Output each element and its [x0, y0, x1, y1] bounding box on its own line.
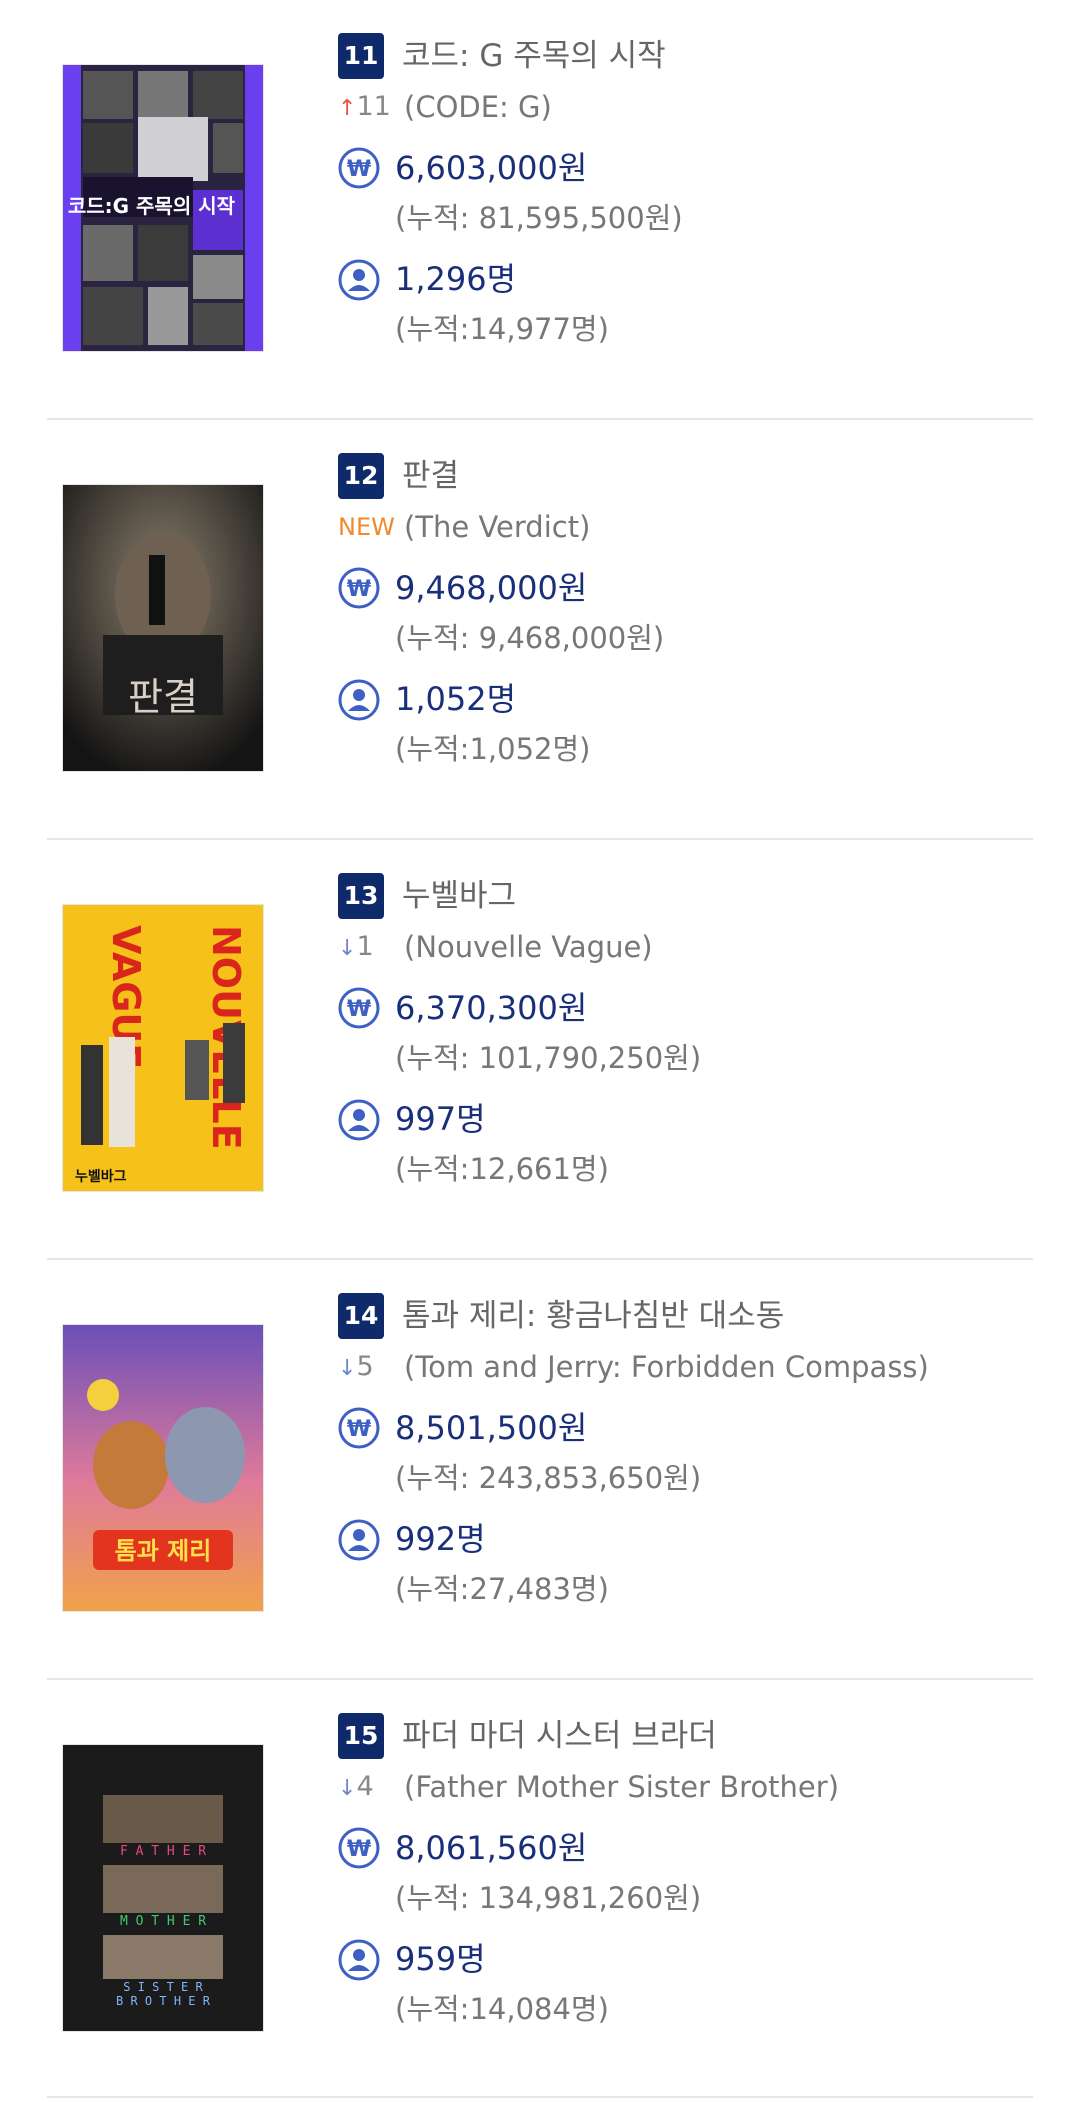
daily-revenue: 9,468,000원: [395, 569, 588, 607]
movie-poster[interactable]: 톰과 제리: [62, 1324, 264, 1612]
original-title: (CODE: G): [404, 90, 552, 124]
rank-change-value: 5: [356, 1351, 374, 1382]
won-icon: ₩: [338, 567, 380, 609]
person-icon: [338, 1939, 380, 1981]
movie-poster[interactable]: F A T H E R M O T H E R S I S T E R B R …: [62, 1744, 264, 2032]
won-icon: ₩: [338, 987, 380, 1029]
rank-badge: 11: [338, 33, 384, 79]
movie-item[interactable]: F A T H E R M O T H E R S I S T E R B R …: [0, 1680, 1080, 2100]
person-icon: [338, 679, 380, 721]
movie-title[interactable]: 판결: [402, 453, 459, 499]
daily-audience: 997명: [395, 1100, 486, 1138]
rank-change: ↓4: [338, 1767, 374, 1809]
row-divider: [47, 2096, 1033, 2098]
rank-badge: 12: [338, 453, 384, 499]
movie-poster[interactable]: 코드:G 주목의 시작: [62, 64, 264, 352]
daily-audience: 959명: [395, 1940, 486, 1978]
person-icon: [338, 1099, 380, 1141]
cumulative-audience: (누적:27,483명): [395, 1572, 609, 1606]
svg-text:누벨바그: 누벨바그: [75, 1169, 127, 1185]
rank-change: NEW: [338, 507, 395, 547]
verdict-poster-image: 판결: [63, 485, 263, 771]
svg-text:F A T H E R: F A T H E R: [120, 1844, 206, 1859]
svg-text:S I S T E R: S I S T E R: [123, 1980, 203, 1994]
code-g-poster-image: 코드:G 주목의 시작: [63, 65, 263, 351]
new-badge: NEW: [338, 513, 395, 541]
svg-text:₩: ₩: [347, 997, 371, 1022]
svg-text:B R O T H E R: B R O T H E R: [116, 1994, 211, 2008]
person-icon: [338, 259, 380, 301]
movie-item[interactable]: 코드:G 주목의 시작 11 코드: G 주목의 시작 ↑11 (CODE: G…: [0, 0, 1080, 420]
nouvelle-vague-poster-image: NOUVELLE VAGUE 누벨바그: [63, 905, 263, 1191]
svg-text:₩: ₩: [347, 1837, 371, 1862]
daily-audience: 992명: [395, 1520, 486, 1558]
cumulative-audience: (누적:12,661명): [395, 1152, 609, 1186]
daily-revenue: 6,603,000원: [395, 149, 588, 187]
svg-text:톰과 제리: 톰과 제리: [115, 1537, 212, 1565]
arrow-down-icon: ↓: [338, 1356, 357, 1381]
arrow-down-icon: ↓: [338, 936, 357, 961]
cumulative-revenue: (누적: 101,790,250원): [395, 1041, 702, 1075]
cumulative-audience: (누적:14,977명): [395, 312, 609, 346]
won-icon: ₩: [338, 1827, 380, 1869]
cumulative-audience: (누적:1,052명): [395, 732, 591, 766]
arrow-down-icon: ↓: [338, 1776, 357, 1801]
movie-item[interactable]: 톰과 제리 14 톰과 제리: 황금나침반 대소동 ↓5 (Tom and Je…: [0, 1260, 1080, 1680]
movie-item[interactable]: NOUVELLE VAGUE 누벨바그 13 누벨바그 ↓1 (Nouvelle…: [0, 840, 1080, 1260]
rank-change-value: 4: [356, 1771, 374, 1802]
original-title: (Father Mother Sister Brother): [404, 1770, 840, 1804]
svg-text:판결: 판결: [128, 675, 198, 719]
cumulative-audience: (누적:14,084명): [395, 1992, 609, 2026]
svg-text:코드:G 주목의 시작: 코드:G 주목의 시작: [68, 194, 236, 218]
cumulative-revenue: (누적: 134,981,260원): [395, 1881, 702, 1915]
cumulative-revenue: (누적: 243,853,650원): [395, 1461, 702, 1495]
daily-audience: 1,296명: [395, 260, 517, 298]
movie-title[interactable]: 누벨바그: [402, 873, 516, 919]
movie-poster[interactable]: NOUVELLE VAGUE 누벨바그: [62, 904, 264, 1192]
daily-revenue: 8,501,500원: [395, 1409, 588, 1447]
rank-change-value: 1: [356, 931, 374, 962]
rank-change-value: 11: [356, 91, 391, 122]
daily-revenue: 6,370,300원: [395, 989, 588, 1027]
daily-audience: 1,052명: [395, 680, 517, 718]
daily-revenue: 8,061,560원: [395, 1829, 588, 1867]
svg-text:₩: ₩: [347, 157, 371, 182]
rank-badge: 13: [338, 873, 384, 919]
rank-badge: 15: [338, 1713, 384, 1759]
original-title: (The Verdict): [404, 510, 591, 544]
original-title: (Nouvelle Vague): [404, 930, 653, 964]
rank-change: ↓1: [338, 927, 374, 969]
won-icon: ₩: [338, 1407, 380, 1449]
movie-title[interactable]: 코드: G 주목의 시작: [402, 33, 666, 79]
movie-title[interactable]: 톰과 제리: 황금나침반 대소동: [402, 1293, 784, 1339]
rank-change: ↑11: [338, 87, 391, 129]
rank-badge: 14: [338, 1293, 384, 1339]
cumulative-revenue: (누적: 9,468,000원): [395, 621, 665, 655]
tom-and-jerry-poster-image: 톰과 제리: [63, 1325, 263, 1611]
movie-poster[interactable]: 판결: [62, 484, 264, 772]
svg-text:₩: ₩: [347, 1417, 371, 1442]
movie-item[interactable]: 판결 12 판결 NEW (The Verdict) ₩ 9,468,000원 …: [0, 420, 1080, 840]
rank-change: ↓5: [338, 1347, 374, 1389]
arrow-up-icon: ↑: [338, 96, 357, 121]
won-icon: ₩: [338, 147, 380, 189]
movie-title[interactable]: 파더 마더 시스터 브라더: [402, 1713, 717, 1759]
svg-text:₩: ₩: [347, 577, 371, 602]
original-title: (Tom and Jerry: Forbidden Compass): [404, 1350, 929, 1384]
svg-text:M O T H E R: M O T H E R: [120, 1914, 206, 1929]
person-icon: [338, 1519, 380, 1561]
father-mother-sister-brother-poster-image: F A T H E R M O T H E R S I S T E R B R …: [63, 1745, 263, 2031]
cumulative-revenue: (누적: 81,595,500원): [395, 201, 683, 235]
